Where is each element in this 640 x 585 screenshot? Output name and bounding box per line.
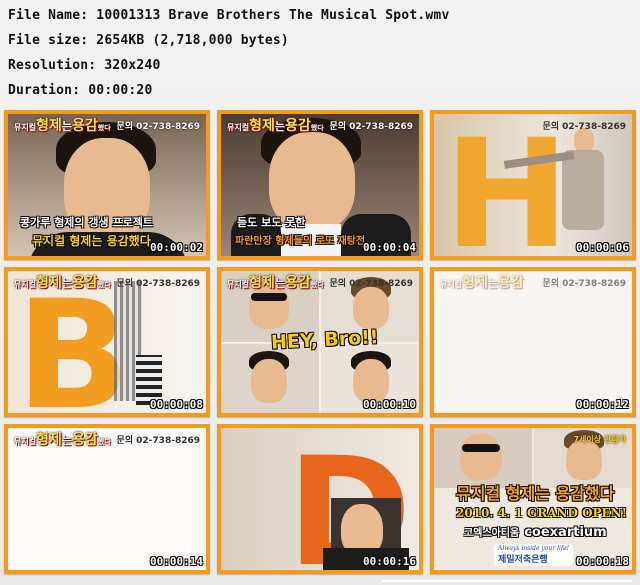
frame-image: D [221,428,419,570]
show-logo: 뮤지컬형제는용감 [440,275,524,291]
thumbnail-frame[interactable]: H 문의 02-738-8269 00:00:06 [430,110,636,260]
thumbnail-frame[interactable]: 뮤지컬형제는용감했다 문의 02-738-8269 듣도 보도 못한 파란만장 … [217,110,423,260]
file-info: File Name: 10001313 Brave Brothers The M… [8,6,449,106]
thumbnail-grid: 뮤지컬형제는용감했다 문의 02-738-8269 콩가루 형제의 갱생 프로젝… [4,110,636,574]
show-logo: 뮤지컬형제는용감했다 [227,118,324,134]
timestamp: 00:00:02 [150,241,203,254]
timestamp: 00:00:08 [150,398,203,411]
resolution-line: Resolution: 320x240 [8,58,161,73]
timestamp: 00:00:04 [363,241,416,254]
frame-header: 7세이상 관람가 [434,428,632,450]
duration-line: Duration: 00:00:20 [8,83,153,98]
promo-title: 뮤지컬 형제는 용감했다 [456,484,615,503]
venue-english: coexartium [524,525,607,540]
show-logo: 뮤지컬형제는용감했다 [227,275,324,291]
timestamp: 00:00:18 [576,555,629,568]
caption-line-1: 콩가루 형제의 갱생 프로젝트 [20,216,153,229]
file-size-line: File size: 2654KB (2,718,000 bytes) [8,33,289,48]
timestamp: 00:00:12 [576,398,629,411]
timestamp: 00:00:10 [363,398,416,411]
show-logo: 뮤지컬형제는용감했다 [14,118,111,134]
thumbnail-frame[interactable]: B 뮤지컬형제는용감했다 문의 02-738-8269 00:00:08 [4,267,210,417]
file-name-line: File Name: 10001313 Brave Brothers The M… [8,8,450,23]
timestamp: 00:00:14 [150,555,203,568]
sponsor-logo: Always inside your life! 제일저축은행 [494,544,574,566]
frame-header: 뮤지컬형제는용감했다 문의 02-738-8269 [8,114,206,136]
sponsor-tagline: Always inside your life! [498,545,570,552]
contact-number: 문의 02-738-8269 [329,121,413,132]
show-logo: 뮤지컬형제는용감했다 [14,432,111,448]
thumbnail-frame[interactable]: 7세이상 관람가 뮤지컬 형제는 용감했다 2010. 4. 1 GRAND O… [430,424,636,574]
frame-header: 뮤지컬형제는용감했다 문의 02-738-8269 [221,271,419,293]
sponsor-name: 제일저축은행 [498,555,548,565]
contact-number: 문의 02-738-8269 [329,278,413,289]
thumbnail-frame[interactable]: D 00:00:16 [217,424,423,574]
contact-number: 문의 02-738-8269 [116,435,200,446]
show-logo: 뮤지컬형제는용감했다 [14,275,111,291]
frame-header: 뮤지컬형제는용감했다 문의 02-738-8269 [221,114,419,136]
frame-header: 뮤지컬형제는용감 문의 02-738-8269 [434,271,632,293]
bottom-highlight [382,580,632,582]
age-rating-badge: 7세이상 관람가 [573,434,626,444]
timestamp: 00:00:06 [576,241,629,254]
venue: 코엑스아티움 coexartium [464,524,607,540]
caption-line-2: 뮤지컬 형제는 용감했다 [32,234,151,248]
frame-header: 뮤지컬형제는용감했다 문의 02-738-8269 [8,428,206,450]
contact-number: 문의 02-738-8269 [542,278,626,289]
frame-header: 뮤지컬형제는용감했다 문의 02-738-8269 [8,271,206,293]
thumbnail-frame[interactable]: 뮤지컬형제는용감했다 문의 02-738-8269 콩가루 형제의 갱생 프로젝… [4,110,210,260]
thumbnail-frame[interactable]: 뮤지컬형제는용감 문의 02-738-8269 00:00:12 [430,267,636,417]
grand-open-line: 2010. 4. 1 GRAND OPEN! [456,506,627,520]
thumbnail-frame[interactable]: 뮤지컬형제는용감했다 문의 02-738-8269 00:00:14 [4,424,210,574]
contact-number: 문의 02-738-8269 [542,121,626,132]
contact-number: 문의 02-738-8269 [116,121,200,132]
venue-korean: 코엑스아티움 [464,528,520,539]
timestamp: 00:00:16 [363,555,416,568]
contact-number: 문의 02-738-8269 [116,278,200,289]
caption-line-2: 파란만장 형제들의 로또 재탕전 [235,236,366,247]
thumbnail-frame[interactable]: 뮤지컬형제는용감했다 문의 02-738-8269 HEY, Bro!! 00:… [217,267,423,417]
caption-line-1: 듣도 보도 못한 [237,216,306,229]
frame-header: 문의 02-738-8269 [434,114,632,136]
